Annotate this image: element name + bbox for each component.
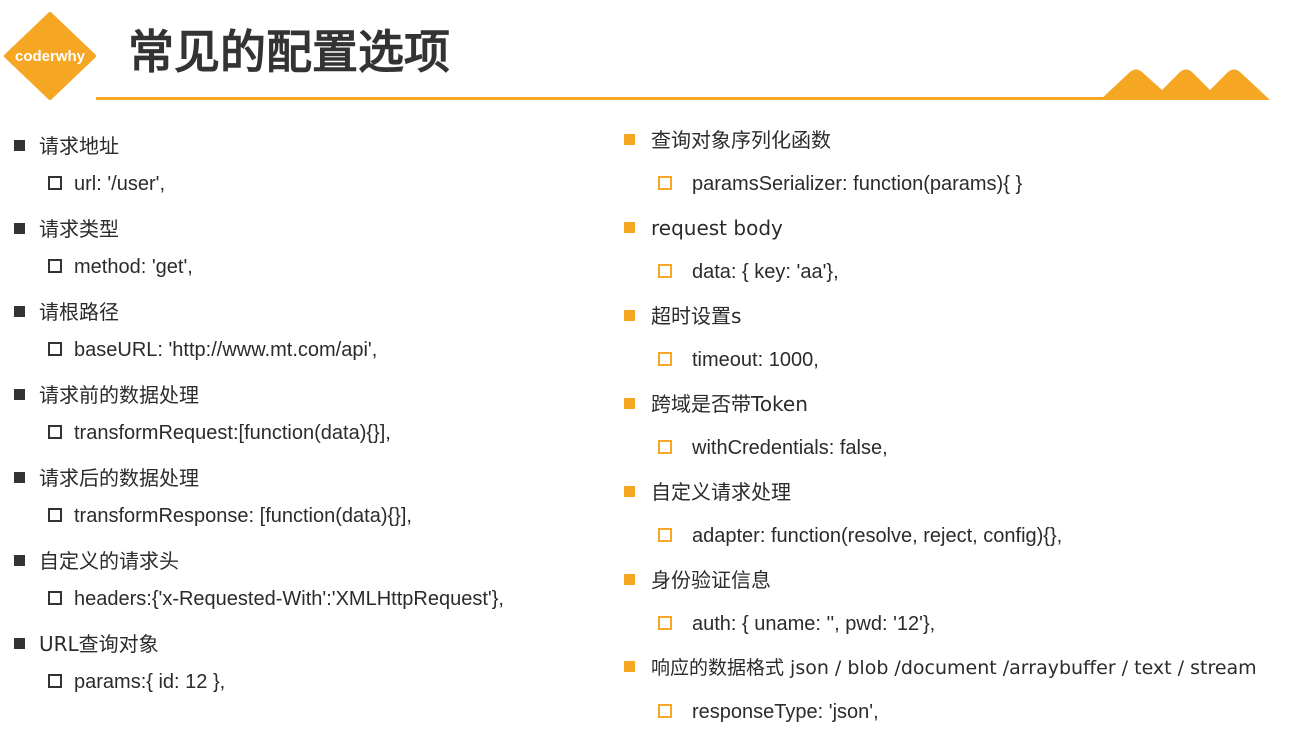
hollow-square-bullet-icon [658,351,672,366]
left-option-label: 请根路径 [14,299,119,325]
page-title: 常见的配置选项 [128,25,450,79]
left-option-label: 自定义的请求头 [14,548,179,574]
hollow-square-bullet-icon [658,439,672,454]
square-bullet-icon [624,310,635,321]
left-option-label: URL查询对象 [14,631,159,657]
left-option-value: baseURL: 'http://www.mt.com/api', [48,337,377,363]
hollow-square-bullet-icon [658,615,672,630]
square-bullet-icon [624,661,635,672]
right-option-label: 响应的数据格式 json / blob /document /arraybuff… [624,655,1257,681]
hollow-square-bullet-icon [658,175,672,190]
left-option-value: method: 'get', [48,254,193,280]
right-option-value: withCredentials: false, [658,435,888,461]
hollow-square-bullet-icon [48,175,62,190]
square-bullet-icon [624,398,635,409]
right-option-label: 自定义请求处理 [624,479,791,505]
coderwhy-logo: coderwhy [4,12,96,100]
left-option-value: transformResponse: [function(data){}], [48,503,412,529]
square-bullet-icon [14,472,25,483]
square-bullet-icon [624,486,635,497]
right-option-label: 身份验证信息 [624,567,771,593]
left-option-value: params:{ id: 12 }, [48,669,225,695]
square-bullet-icon [624,222,635,233]
mountains-decoration-icon [1100,69,1270,100]
left-option-value: headers:{'x-Requested-With':'XMLHttpRequ… [48,586,504,612]
left-option-value: transformRequest:[function(data){}], [48,420,391,446]
left-option-label: 请求前的数据处理 [14,382,199,408]
left-option-label: 请求后的数据处理 [14,465,199,491]
hollow-square-bullet-icon [48,424,62,439]
left-option-label: 请求类型 [14,216,119,242]
hollow-square-bullet-icon [48,507,62,522]
square-bullet-icon [14,306,25,317]
right-option-label: 查询对象序列化函数 [624,127,831,153]
hollow-square-bullet-icon [48,673,62,688]
square-bullet-icon [14,638,25,649]
right-option-label: 超时设置s [624,303,741,329]
hollow-square-bullet-icon [658,527,672,542]
right-option-value: adapter: function(resolve, reject, confi… [658,523,1062,549]
header-divider [96,97,1266,100]
square-bullet-icon [14,223,25,234]
right-option-value: data: { key: 'aa'}, [658,259,839,285]
hollow-square-bullet-icon [48,590,62,605]
square-bullet-icon [14,140,25,151]
square-bullet-icon [14,389,25,400]
left-option-value: url: '/user', [48,171,165,197]
hollow-square-bullet-icon [658,703,672,718]
right-option-value: paramsSerializer: function(params){ } [658,171,1022,197]
square-bullet-icon [624,574,635,585]
right-option-value: timeout: 1000, [658,347,819,373]
right-option-value: auth: { uname: '', pwd: '12'}, [658,611,935,637]
logo-text: coderwhy [14,47,86,65]
right-option-label: request body [624,215,783,241]
hollow-square-bullet-icon [48,258,62,273]
right-option-value: responseType: 'json', [658,699,879,725]
square-bullet-icon [14,555,25,566]
hollow-square-bullet-icon [658,263,672,278]
right-option-label: 跨域是否带Token [624,391,808,417]
square-bullet-icon [624,134,635,145]
left-option-label: 请求地址 [14,133,119,159]
hollow-square-bullet-icon [48,341,62,356]
